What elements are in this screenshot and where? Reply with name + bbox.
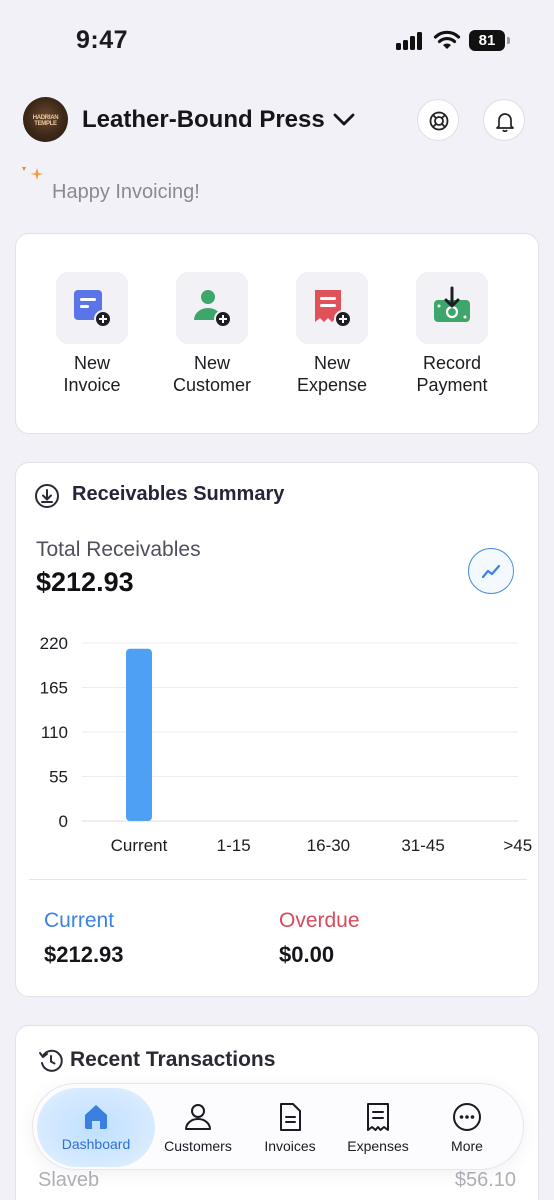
trend-chart-button[interactable]: [468, 548, 514, 594]
record-payment-label-line1: Record: [422, 353, 482, 373]
receipt-icon: [367, 1103, 389, 1131]
more-icon: [453, 1103, 481, 1131]
new-customer-label-line2: Customer: [172, 375, 252, 395]
greeting-text: Happy Invoicing!: [52, 181, 200, 203]
record-payment-button[interactable]: Record Payment: [397, 272, 507, 396]
history-icon: [39, 1049, 63, 1072]
total-receivables-label: Total Receivables: [36, 538, 201, 561]
wifi-icon: [433, 30, 461, 49]
new-invoice-icon-tile: [56, 272, 128, 344]
new-invoice-icon: [74, 290, 112, 328]
new-expense-label: New Expense: [277, 352, 387, 396]
status-time: 9:47: [76, 26, 129, 54]
new-expense-button[interactable]: New Expense: [277, 272, 387, 396]
x-tick-label: 1-15: [217, 836, 251, 855]
new-invoice-label: New Invoice: [37, 352, 147, 396]
quick-actions-card: New Invoice New Customer New Expense Rec…: [15, 233, 539, 434]
y-tick-label: 55: [49, 768, 68, 787]
transaction-amount: $56.10: [454, 1169, 516, 1191]
tab-more[interactable]: More: [425, 1084, 509, 1171]
new-invoice-label-line2: Invoice: [63, 375, 121, 395]
recent-transactions-title: Recent Transactions: [70, 1048, 276, 1071]
current-label: Current: [44, 909, 115, 932]
current-value: $212.93: [44, 942, 124, 967]
y-tick-label: 165: [40, 679, 68, 698]
tab-customers[interactable]: Customers: [155, 1084, 241, 1171]
notifications-button[interactable]: [483, 99, 525, 141]
receivables-bar-chart: 0 55 110 165 220 Current 1-15 16-30 31-45 >45: [40, 634, 533, 855]
tab-customers-label: Customers: [164, 1138, 232, 1154]
bottom-tab-bar: Dashboard Customers Invoices Expenses Mo…: [32, 1083, 524, 1170]
x-tick-label: 16-30: [307, 836, 350, 855]
overdue-value: $0.00: [279, 942, 335, 967]
tab-expenses-label: Expenses: [347, 1138, 409, 1154]
download-circle-icon: [35, 484, 59, 508]
x-tick-label: Current: [111, 836, 168, 855]
new-expense-icon-tile: [296, 272, 368, 344]
battery-indicator: 81: [469, 30, 510, 51]
y-tick-label: 220: [40, 634, 68, 653]
new-expense-icon: [315, 290, 352, 328]
record-payment-label: Record Payment: [397, 352, 507, 396]
receivables-summary-title: Receivables Summary: [72, 483, 285, 505]
tab-invoices-label: Invoices: [264, 1138, 316, 1154]
transaction-name[interactable]: Slaveb: [38, 1169, 99, 1192]
home-icon: [85, 1105, 107, 1129]
y-tick-label: 110: [41, 723, 68, 742]
summary-divider: [29, 879, 527, 880]
tab-invoices[interactable]: Invoices: [247, 1084, 333, 1171]
tab-dashboard-label: Dashboard: [61, 1136, 131, 1152]
x-tick-label: >45: [503, 836, 532, 855]
trend-line-icon: [481, 564, 501, 579]
lifebuoy-icon: [429, 111, 449, 131]
help-button[interactable]: [417, 99, 459, 141]
avatar-logo-text: HADRIAN TEMPLE: [32, 115, 59, 127]
record-payment-icon-tile: [416, 272, 488, 344]
new-invoice-label-line1: New: [73, 353, 110, 373]
new-customer-label-line1: New: [193, 353, 230, 373]
tab-more-label: More: [451, 1138, 483, 1154]
x-tick-label: 31-45: [401, 836, 444, 855]
bell-icon: [496, 113, 514, 132]
record-payment-label-line2: Payment: [416, 375, 488, 395]
new-expense-label-line1: New: [313, 353, 350, 373]
status-bar: 9:47 81: [0, 0, 554, 80]
overdue-label: Overdue: [279, 909, 360, 932]
document-icon: [280, 1103, 301, 1131]
total-receivables-value: $212.93: [36, 567, 134, 597]
new-customer-icon: [194, 290, 232, 328]
record-payment-icon: [434, 286, 470, 322]
y-tick-label: 0: [59, 812, 68, 831]
tab-dashboard[interactable]: Dashboard: [37, 1088, 155, 1167]
new-invoice-button[interactable]: New Invoice: [37, 272, 147, 396]
new-expense-label-line2: Expense: [296, 375, 368, 395]
receivables-summary-card: Receivables Summary Total Receivables $2…: [15, 462, 539, 997]
person-icon: [185, 1104, 211, 1130]
new-customer-button[interactable]: New Customer: [157, 272, 267, 396]
chevron-down-icon[interactable]: [332, 110, 356, 130]
org-name[interactable]: Leather-Bound Press: [82, 106, 325, 134]
sparkle-icon: [22, 167, 44, 180]
new-customer-label: New Customer: [157, 352, 267, 396]
new-customer-icon-tile: [176, 272, 248, 344]
cellular-signal-icon: [396, 32, 426, 50]
bar-current[interactable]: [126, 648, 152, 821]
tab-expenses[interactable]: Expenses: [335, 1084, 421, 1171]
org-avatar[interactable]: HADRIAN TEMPLE: [23, 97, 68, 142]
